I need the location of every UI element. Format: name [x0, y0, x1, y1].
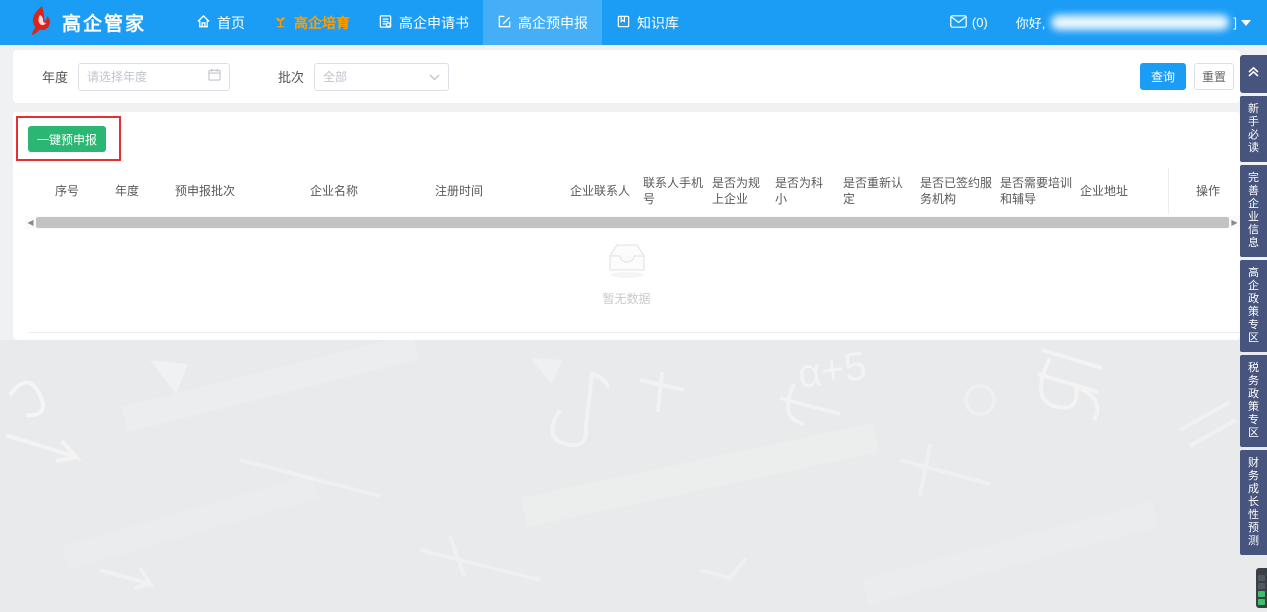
nav-item-label: 高企培育: [294, 14, 351, 31]
widget-item: [1258, 575, 1265, 581]
top-navbar: 高企管家 首页 高企培育 高企申请书 高企预申报 知识库 (0) 你好,]: [0, 0, 1267, 45]
book-icon: [616, 14, 631, 32]
double-chevron-up-icon: [1247, 65, 1260, 83]
horizontal-scrollbar: ◀ ▶: [25, 216, 1240, 229]
calendar-icon: [208, 68, 221, 86]
col-contact: 企业联系人: [570, 184, 631, 198]
page: α+5 高企管家 首页 高企培育 高企申请书 高企预申报 知识库 (0) 你好,…: [0, 0, 1267, 612]
right-side-tabs: 新手必读 完善企业信息 高企政策专区 税务政策专区 财务成长性预测: [1240, 55, 1267, 555]
nav-item-cultivation[interactable]: 高企培育: [259, 0, 364, 45]
corner-floating-widget[interactable]: [1256, 568, 1267, 608]
one-click-prefile-button[interactable]: 一键预申报: [28, 126, 106, 152]
nav-item-label: 高企预申报: [518, 14, 589, 31]
side-tab-finance-forecast[interactable]: 财务成长性预测: [1240, 450, 1267, 555]
nav-item-home[interactable]: 首页: [182, 0, 259, 45]
year-input[interactable]: [87, 69, 198, 84]
user-menu-caret-icon[interactable]: [1241, 19, 1251, 26]
empty-state: 暂无数据: [13, 238, 1240, 307]
main-nav: 首页 高企培育 高企申请书 高企预申报 知识库: [182, 0, 693, 45]
nav-right-area: (0) 你好, ]: [950, 0, 1251, 45]
app-logo[interactable]: 高企管家: [28, 0, 146, 45]
col-signed-agency: 是否已签约服 务机构: [920, 176, 993, 206]
document-icon: [378, 14, 393, 32]
nav-item-application[interactable]: 高企申请书: [364, 0, 483, 45]
side-tab-tax-policy-zone[interactable]: 税务政策专区: [1240, 355, 1267, 447]
nav-item-prefiling[interactable]: 高企预申报: [483, 0, 603, 45]
logo-flame-icon: [28, 5, 54, 40]
col-batch: 预申报批次: [175, 184, 236, 198]
col-recertify: 是否重新认定: [843, 176, 904, 206]
chevron-down-icon: [429, 70, 440, 84]
batch-label: 批次: [278, 70, 305, 85]
year-datepicker[interactable]: [78, 62, 231, 91]
search-button[interactable]: 查询: [1140, 63, 1186, 90]
table-bottom-border: [29, 332, 1240, 333]
nav-item-label: 知识库: [637, 14, 680, 31]
col-above-scale: 是否为规 上企业: [712, 176, 761, 206]
messages-button[interactable]: (0): [950, 14, 988, 31]
home-icon: [196, 14, 211, 32]
greeting-text: 你好,: [1015, 16, 1046, 31]
sprout-icon: [273, 14, 288, 32]
widget-item-green: [1258, 599, 1265, 605]
envelope-icon: [950, 14, 967, 31]
widget-item-green: [1258, 591, 1265, 597]
collapse-tab[interactable]: [1240, 55, 1267, 93]
side-tab-beginner-guide[interactable]: 新手必读: [1240, 96, 1267, 162]
filter-bar: 年度 批次 全部 查询 重置: [13, 50, 1240, 103]
side-tab-policy-zone[interactable]: 高企政策专区: [1240, 260, 1267, 352]
col-year: 年度: [115, 184, 140, 198]
col-register-time: 注册时间: [435, 184, 484, 198]
year-label: 年度: [42, 70, 69, 85]
table-header-row: 序号 年度 预申报批次 企业名称 注册时间 企业联系人 联系人手机号 是否为规 …: [13, 168, 1240, 214]
batch-select-value: 全部: [323, 70, 348, 84]
side-tab-company-info[interactable]: 完善企业信息: [1240, 165, 1267, 257]
col-company-name: 企业名称: [310, 184, 359, 198]
scrollbar-thumb[interactable]: [36, 217, 1229, 228]
widget-item: [1258, 583, 1265, 589]
message-count: (0): [971, 15, 988, 30]
doodle-text: α+5: [795, 344, 869, 397]
col-tech-sme: 是否为科 小: [775, 176, 824, 206]
batch-select[interactable]: 全部: [314, 62, 450, 91]
nav-item-label: 高企申请书: [399, 14, 470, 31]
scroll-right-arrow-icon[interactable]: ▶: [1229, 216, 1240, 229]
edit-icon: [497, 14, 512, 32]
user-name-redacted[interactable]: [1051, 15, 1230, 30]
reset-button[interactable]: 重置: [1194, 63, 1234, 90]
nav-item-label: 首页: [217, 14, 246, 31]
prefile-panel: 一键预申报 序号 年度 预申报批次 企业名称 注册时间 企业联系人 联系人手机号…: [13, 112, 1240, 340]
app-title: 高企管家: [62, 14, 147, 35]
nav-item-knowledge[interactable]: 知识库: [602, 0, 693, 45]
user-name-suffix: ]: [1233, 15, 1237, 30]
empty-inbox-icon: [602, 238, 652, 284]
scroll-left-arrow-icon[interactable]: ◀: [25, 216, 36, 229]
col-address: 企业地址: [1080, 184, 1129, 198]
col-contact-phone: 联系人手机号: [643, 176, 704, 206]
col-serial: 序号: [55, 184, 80, 198]
col-operations: 操作: [1168, 168, 1240, 214]
empty-text: 暂无数据: [602, 292, 651, 306]
col-need-training: 是否需要培训 和辅导: [1000, 176, 1073, 206]
doodle-background: α+5: [0, 340, 1267, 612]
